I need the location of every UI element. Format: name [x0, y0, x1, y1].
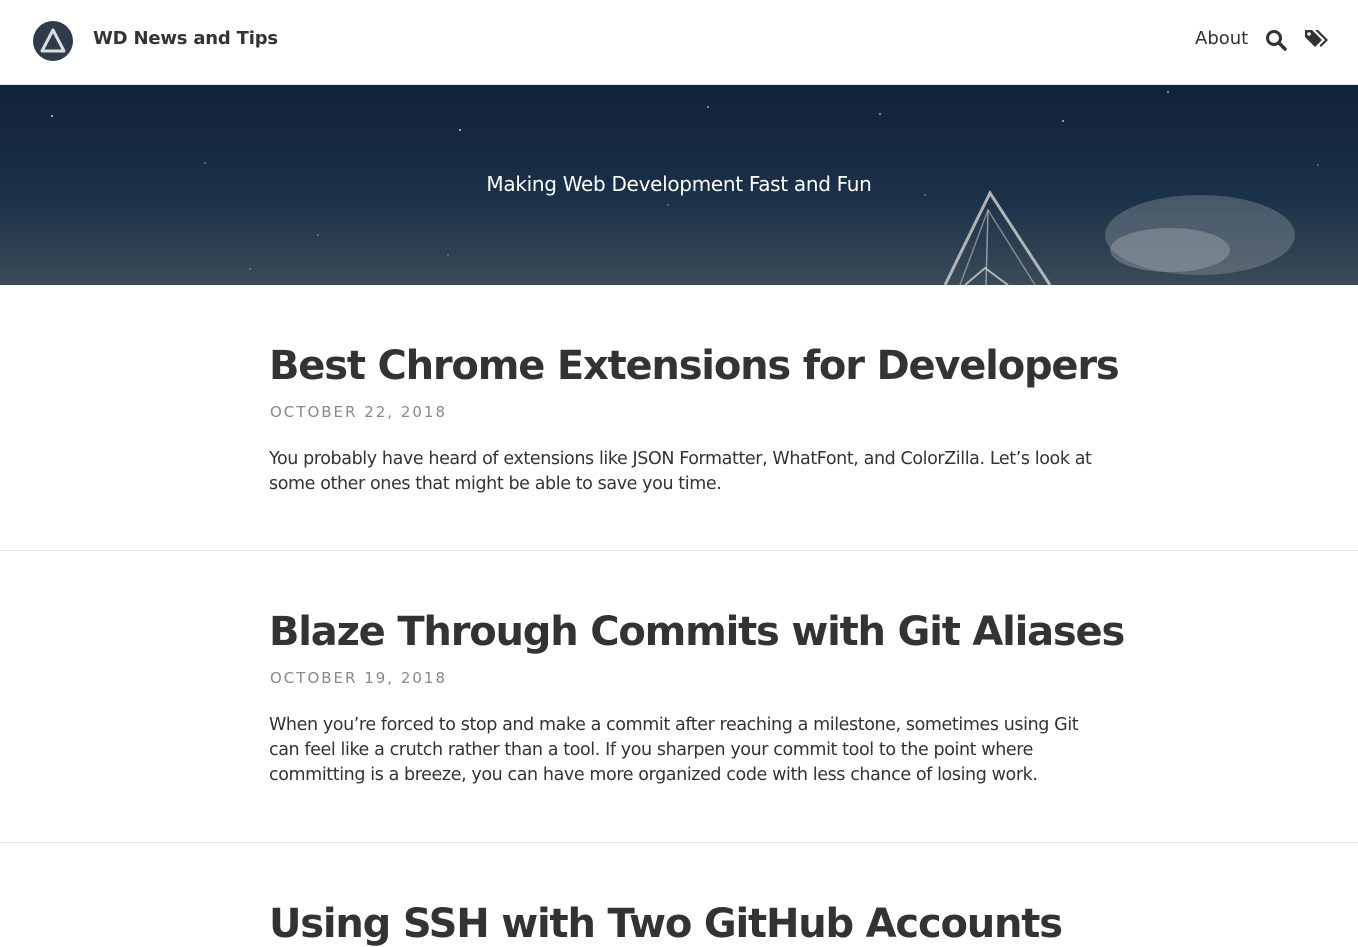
- post-item: Best Chrome Extensions for Developers OC…: [0, 285, 1358, 551]
- site-header: WD News and Tips About: [0, 0, 1358, 85]
- triangle-logo-icon[interactable]: [33, 21, 73, 61]
- nav-about-link[interactable]: About: [1195, 28, 1248, 49]
- site-title-link[interactable]: WD News and Tips: [93, 28, 278, 49]
- post-title-link[interactable]: Using SSH with Two GitHub Accounts: [269, 901, 1063, 947]
- post-title-link[interactable]: Blaze Through Commits with Git Aliases: [269, 609, 1125, 655]
- hero-tagline: Making Web Development Fast and Fun: [486, 172, 872, 196]
- post-item: Blaze Through Commits with Git Aliases O…: [0, 551, 1358, 843]
- hero-banner: Making Web Development Fast and Fun: [0, 85, 1358, 285]
- post-excerpt: You probably have heard of extensions li…: [269, 449, 1092, 494]
- post-date: OCTOBER 19, 2018: [270, 669, 448, 687]
- tags-icon[interactable]: [1304, 28, 1330, 50]
- post-excerpt: When you’re forced to stop and make a co…: [269, 715, 1079, 785]
- search-icon[interactable]: [1265, 29, 1287, 51]
- post-title-link[interactable]: Best Chrome Extensions for Developers: [269, 343, 1120, 389]
- post-item: Using SSH with Two GitHub Accounts: [0, 843, 1358, 947]
- post-date: OCTOBER 22, 2018: [270, 403, 448, 421]
